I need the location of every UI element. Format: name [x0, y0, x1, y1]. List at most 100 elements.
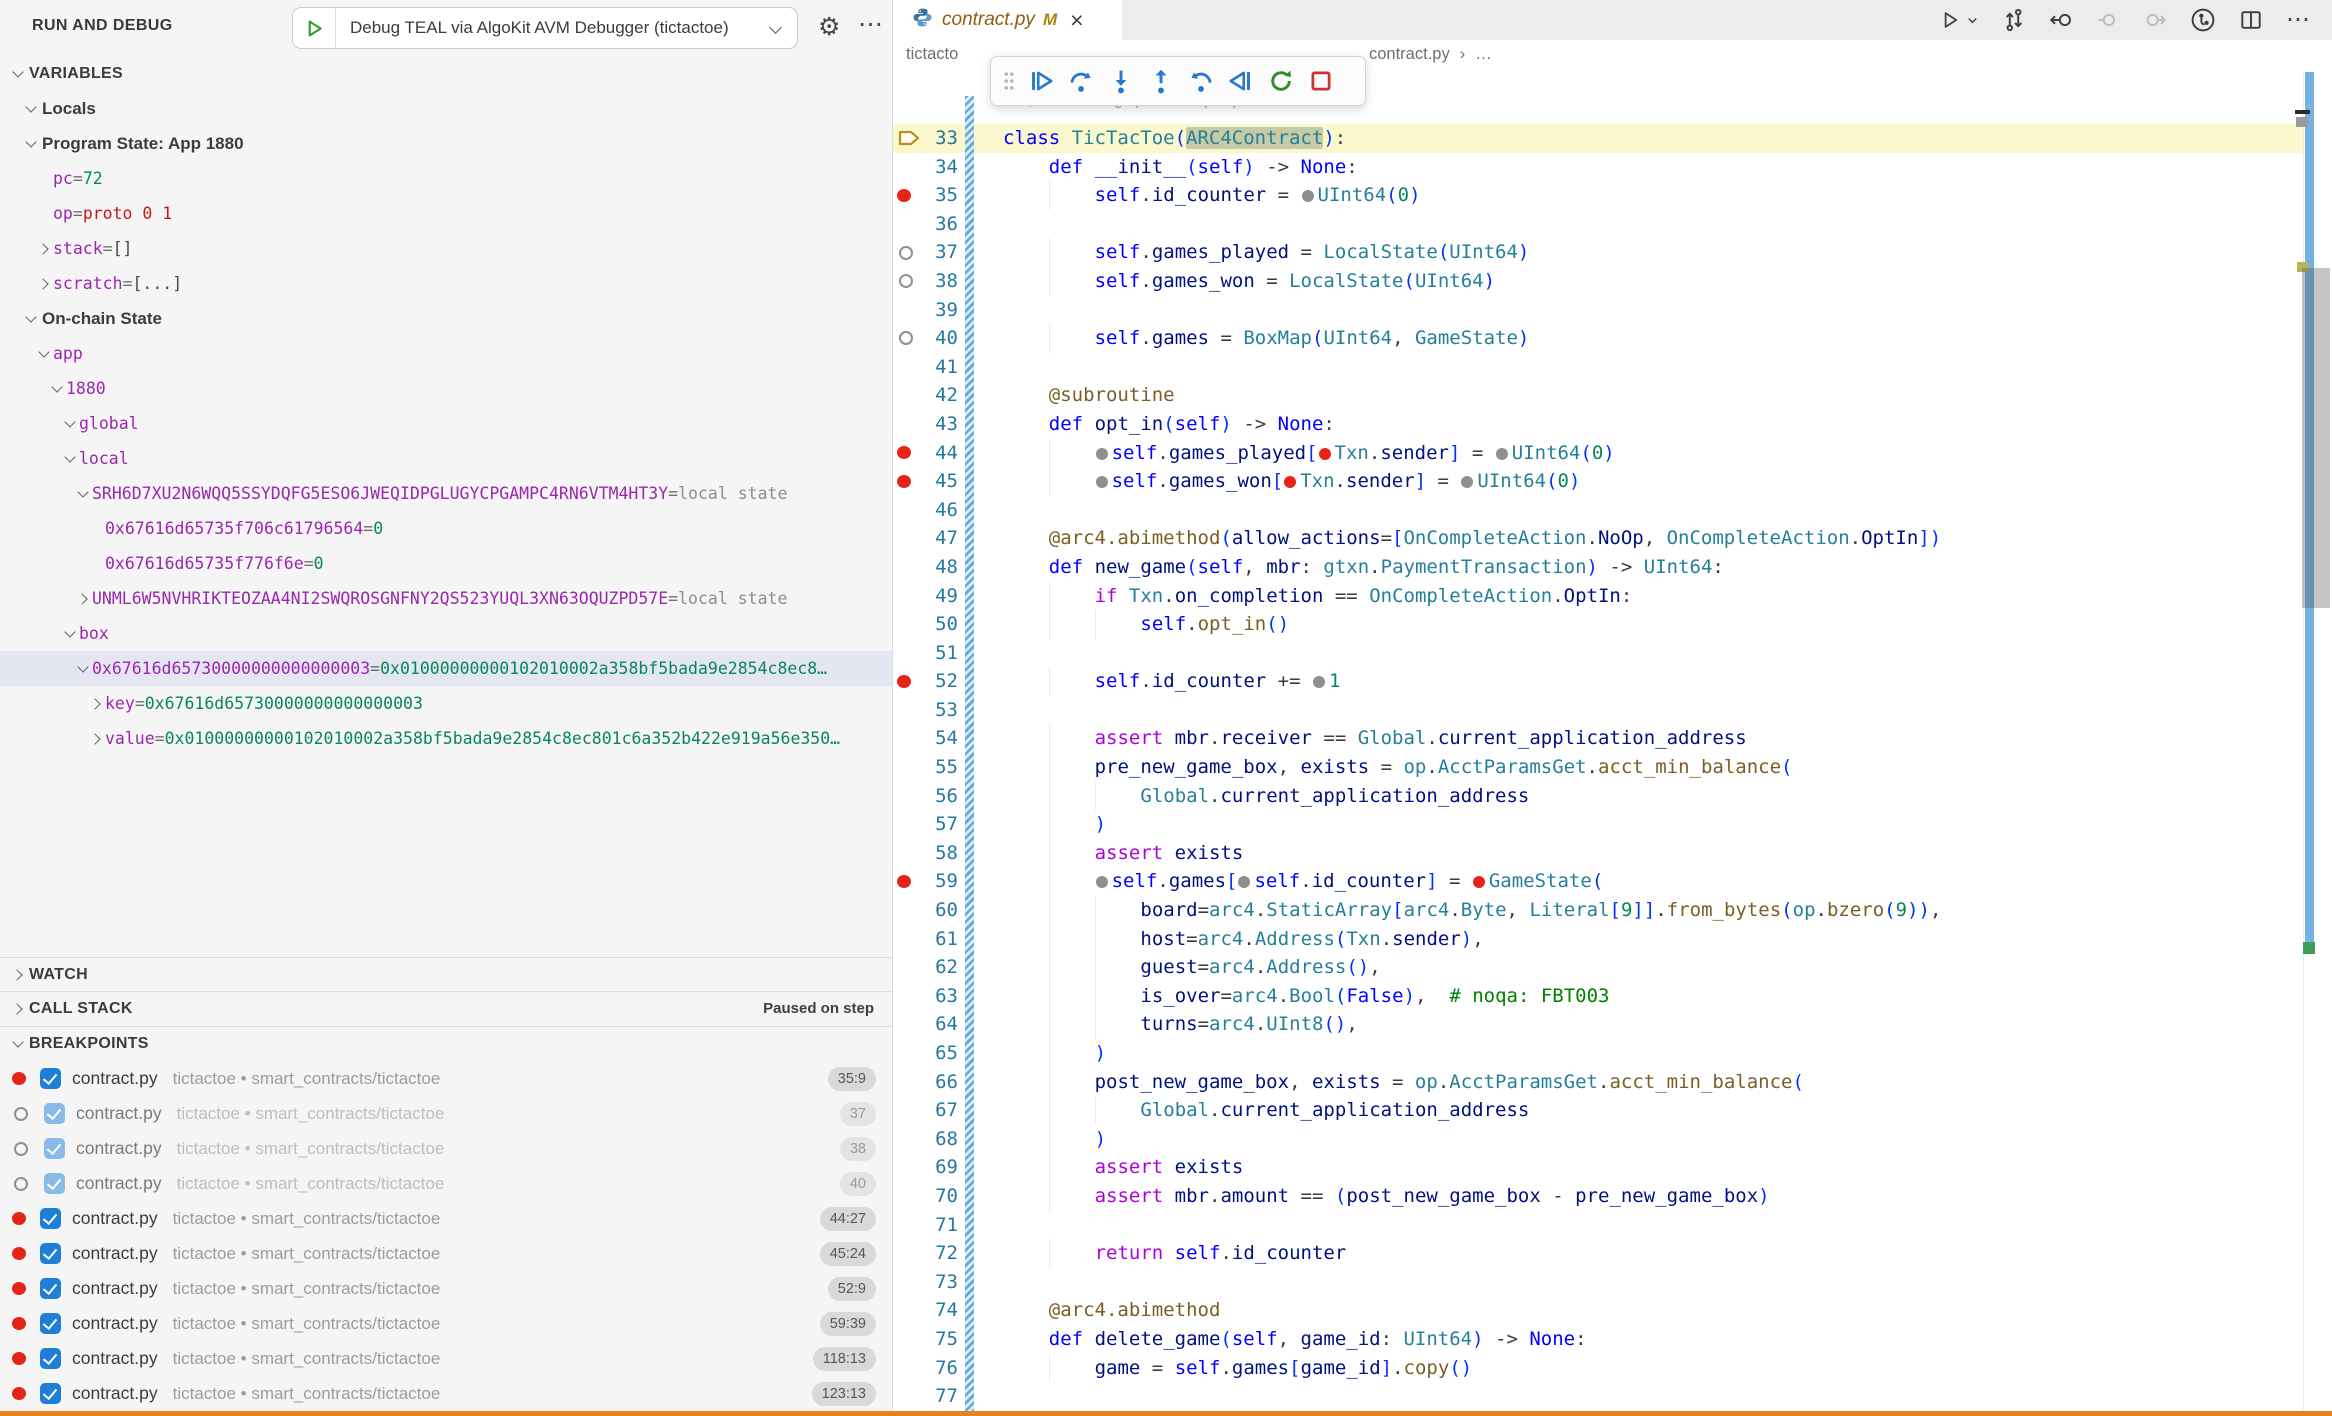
breakpoint-checkbox[interactable] — [40, 1348, 61, 1369]
chevron-down-icon[interactable] — [23, 135, 40, 152]
tree-row[interactable]: 1880 — [0, 371, 892, 406]
breakpoint-checkbox[interactable] — [40, 1243, 61, 1264]
chevron-down-icon[interactable] — [75, 660, 92, 677]
chevron-down-icon[interactable] — [23, 310, 40, 327]
previous-change-icon[interactable] — [2049, 8, 2073, 32]
breakpoint-row[interactable]: contract.pytictactoe • smart_contracts/t… — [0, 1376, 892, 1411]
tree-row[interactable]: 0x67616d65735f776f6e = 0 — [0, 546, 892, 581]
reverse-continue-button[interactable] — [1222, 61, 1259, 101]
inline-breakpoint-candidate-icon[interactable] — [1313, 676, 1325, 688]
more-actions-icon[interactable]: ⋯ — [2286, 8, 2310, 32]
tree-row[interactable]: stack = [] — [0, 231, 892, 266]
breakpoint-checkbox[interactable] — [40, 1208, 61, 1229]
call-stack-section-header[interactable]: CALL STACK Paused on step — [0, 991, 892, 1025]
code-line-33[interactable]: 33class TicTacToe(ARC4Contract): — [892, 124, 2303, 153]
tree-row[interactable]: scratch = [...] — [0, 266, 892, 301]
breadcrumb-file[interactable]: contract.py — [1369, 45, 1450, 64]
code-line-55[interactable]: 55pre_new_game_box, exists = op.AcctPara… — [892, 753, 2303, 782]
inline-breakpoint-icon[interactable] — [1473, 876, 1485, 888]
step-over-button[interactable] — [1062, 61, 1099, 101]
breakpoint-row[interactable]: contract.pytictactoe • smart_contracts/t… — [0, 1236, 892, 1271]
tree-row[interactable]: global — [0, 406, 892, 441]
chevron-down-icon[interactable] — [75, 485, 92, 502]
breadcrumb-symbol[interactable]: … — [1475, 45, 1492, 64]
stop-button[interactable] — [1302, 61, 1339, 101]
tree-row[interactable]: Locals — [0, 91, 892, 126]
tree-row[interactable]: op = proto 0 1 — [0, 196, 892, 231]
breakpoint-checkbox[interactable] — [40, 1068, 61, 1089]
code-line-71[interactable]: 71 — [892, 1211, 2303, 1240]
breakpoint-row[interactable]: contract.pytictactoe • smart_contracts/t… — [0, 1166, 892, 1201]
tree-row[interactable]: key = 0x67616d65730000000000000003 — [0, 686, 892, 721]
breakpoint-row[interactable]: contract.pytictactoe • smart_contracts/t… — [0, 1131, 892, 1166]
breakpoints-section-header[interactable]: BREAKPOINTS — [0, 1026, 892, 1060]
code-line-58[interactable]: 58assert exists — [892, 839, 2303, 868]
code-line-47[interactable]: 47@arc4.abimethod(allow_actions=[OnCompl… — [892, 524, 2303, 553]
run-button[interactable] — [1940, 10, 1979, 30]
code-line-74[interactable]: 74@arc4.abimethod — [892, 1296, 2303, 1325]
inline-breakpoint-candidate-icon[interactable] — [1096, 876, 1108, 888]
code-line-38[interactable]: 38self.games_won = LocalState(UInt64) — [892, 267, 2303, 296]
start-debugging-icon[interactable] — [293, 8, 336, 48]
code-line-69[interactable]: 69assert exists — [892, 1153, 2303, 1182]
drag-grip-icon[interactable] — [999, 61, 1019, 101]
tree-row[interactable]: box — [0, 616, 892, 651]
chevron-down-icon[interactable] — [62, 450, 79, 467]
code-line-76[interactable]: 76game = self.games[game_id].copy() — [892, 1354, 2303, 1383]
code-line-77[interactable]: 77 — [892, 1382, 2303, 1411]
compare-changes-icon[interactable] — [2002, 8, 2026, 32]
code-line-64[interactable]: 64turns=arc4.UInt8(), — [892, 1010, 2303, 1039]
code-line-60[interactable]: 60board=arc4.StaticArray[arc4.Byte, Lite… — [892, 896, 2303, 925]
breakpoint-row[interactable]: contract.pytictactoe • smart_contracts/t… — [0, 1201, 892, 1236]
chevron-down-icon[interactable] — [36, 345, 53, 362]
code-line-48[interactable]: 48def new_game(self, mbr: gtxn.PaymentTr… — [892, 553, 2303, 582]
close-icon[interactable]: × — [1070, 9, 1083, 32]
code-line-67[interactable]: 67Global.current_application_address — [892, 1096, 2303, 1125]
inline-breakpoint-candidate-icon[interactable] — [1238, 876, 1250, 888]
chevron-down-icon[interactable] — [49, 380, 66, 397]
section-header-variables[interactable]: VARIABLES — [0, 56, 892, 91]
code-line-61[interactable]: 61host=arc4.Address(Txn.sender), — [892, 925, 2303, 954]
code-line-39[interactable]: 39 — [892, 296, 2303, 325]
code-line-75[interactable]: 75def delete_game(self, game_id: UInt64)… — [892, 1325, 2303, 1354]
split-editor-icon[interactable] — [2239, 8, 2263, 32]
code-line-62[interactable]: 62guest=arc4.Address(), — [892, 953, 2303, 982]
breakpoint-row[interactable]: contract.pytictactoe • smart_contracts/t… — [0, 1271, 892, 1306]
code-editor[interactable]: 33class TicTacToe(ARC4Contract):34def __… — [892, 124, 2303, 1411]
step-into-button[interactable] — [1102, 61, 1139, 101]
code-line-46[interactable]: 46 — [892, 496, 2303, 525]
code-line-59[interactable]: 59self.games[self.id_counter] = GameStat… — [892, 867, 2303, 896]
inline-breakpoint-candidate-icon[interactable] — [1496, 448, 1508, 460]
breakpoint-checkbox[interactable] — [40, 1313, 61, 1334]
step-back-button[interactable] — [1182, 61, 1219, 101]
tree-row[interactable]: Program State: App 1880 — [0, 126, 892, 161]
inline-breakpoint-candidate-icon[interactable] — [1096, 448, 1108, 460]
breakpoint-checkbox[interactable] — [40, 1383, 61, 1404]
watch-section-header[interactable]: WATCH — [0, 957, 892, 991]
tab-contract-py[interactable]: contract.py M × — [892, 0, 1122, 40]
inline-breakpoint-icon[interactable] — [1284, 476, 1296, 488]
code-line-37[interactable]: 37self.games_played = LocalState(UInt64) — [892, 238, 2303, 267]
chevron-down-icon[interactable] — [23, 100, 40, 117]
code-line-56[interactable]: 56Global.current_application_address — [892, 782, 2303, 811]
code-line-44[interactable]: 44self.games_played[Txn.sender] = UInt64… — [892, 439, 2303, 468]
breakpoint-checkbox[interactable] — [44, 1103, 65, 1124]
chevron-right-icon[interactable] — [75, 590, 92, 607]
tree-row[interactable]: local — [0, 441, 892, 476]
chevron-down-icon[interactable] — [10, 65, 27, 82]
code-line-36[interactable]: 36 — [892, 210, 2303, 239]
code-line-52[interactable]: 52self.id_counter += 1 — [892, 667, 2303, 696]
code-line-68[interactable]: 68) — [892, 1125, 2303, 1154]
tree-row[interactable]: pc = 72 — [0, 161, 892, 196]
gear-icon[interactable]: ⚙ — [818, 13, 840, 41]
breadcrumb-folder[interactable]: tictacto — [906, 45, 958, 64]
more-actions-icon[interactable]: ⋯ — [858, 10, 883, 38]
inline-breakpoint-candidate-icon[interactable] — [1461, 476, 1473, 488]
restart-button[interactable] — [1262, 61, 1299, 101]
chevron-right-icon[interactable] — [36, 240, 53, 257]
breakpoint-checkbox[interactable] — [44, 1173, 65, 1194]
code-line-73[interactable]: 73 — [892, 1268, 2303, 1297]
code-line-66[interactable]: 66post_new_game_box, exists = op.AcctPar… — [892, 1068, 2303, 1097]
inline-breakpoint-icon[interactable] — [1319, 448, 1331, 460]
code-line-43[interactable]: 43def opt_in(self) -> None: — [892, 410, 2303, 439]
